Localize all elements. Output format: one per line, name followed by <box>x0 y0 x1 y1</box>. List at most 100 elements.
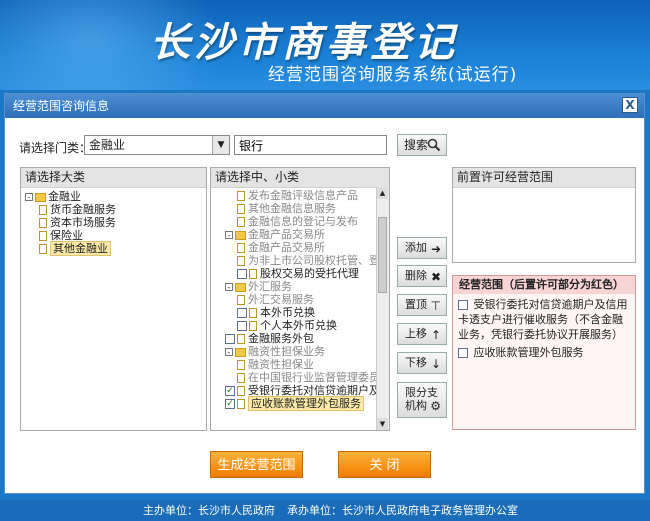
tree-node[interactable]: 其他金融信息服务 <box>237 202 336 215</box>
move-down-button[interactable]: 下移 ↓ <box>397 352 447 374</box>
minor-category-header: 请选择中、小类 <box>211 168 389 188</box>
restrict-branch-label-2: 机构 <box>405 399 427 412</box>
move-top-button-label: 置顶 <box>405 298 427 311</box>
scope-item-checkbox[interactable] <box>458 348 468 358</box>
scope-item[interactable]: 应收账款管理外包服务 <box>453 342 635 360</box>
scope-item-checkbox[interactable] <box>458 300 468 310</box>
document-icon <box>237 204 245 214</box>
arrow-down-icon: ↓ <box>430 357 441 371</box>
tree-node[interactable]: - 金融业 <box>25 190 81 203</box>
dialog-titlebar: 经营范围咨询信息 X <box>5 94 644 118</box>
document-icon <box>237 295 245 305</box>
document-icon <box>237 360 245 370</box>
close-icon[interactable]: X <box>622 97 638 113</box>
scope-item-label: 应收账款管理外包服务 <box>473 346 584 359</box>
tree-node-label: 资本市场服务 <box>50 216 116 229</box>
delete-button[interactable]: 删除 ✖ <box>397 265 447 287</box>
add-button[interactable]: 添加 ➜ <box>397 237 447 259</box>
tree-node-checkbox[interactable] <box>225 334 235 344</box>
major-category-header: 请选择大类 <box>21 168 206 188</box>
scroll-up-icon[interactable]: ▲ <box>377 187 388 199</box>
tree-node[interactable]: 货币金融服务 <box>39 203 116 216</box>
business-scope-panel: 经营范围（后置许可部分为红色） 受银行委托对信贷逾期户及信用卡透支户进行催收服务… <box>452 275 636 430</box>
delete-button-label: 删除 <box>405 269 427 282</box>
tree-node[interactable]: 资本市场服务 <box>39 216 116 229</box>
add-button-label: 添加 <box>405 241 427 254</box>
tree-node[interactable]: 为非上市公司股权托管、登 <box>237 254 380 267</box>
search-button[interactable]: 搜索 <box>397 134 447 156</box>
move-top-button[interactable]: 置顶 ⊤ <box>397 294 447 316</box>
prelicense-panel: 前置许可经营范围 <box>452 167 636 263</box>
scope-dialog: 经营范围咨询信息 X 请选择门类： 金融业 ▼ 搜索 请选择大类 - 金融业货币金… <box>4 93 645 494</box>
footer-organizer: 承办单位：长沙市人民政府电子政务管理办公室 <box>287 504 518 517</box>
dialog-title: 经营范围咨询信息 <box>13 99 110 113</box>
tree-node[interactable]: - 外汇服务 <box>225 280 292 293</box>
document-icon <box>249 269 257 279</box>
document-icon <box>237 217 245 227</box>
tree-node-label: 金融信息的登记与发布 <box>248 215 358 228</box>
minor-category-scrollbar[interactable]: ▲ ▼ <box>376 187 389 430</box>
tree-node-checkbox[interactable] <box>237 269 247 279</box>
tree-node-label: 发布金融评级信息产品 <box>248 189 358 202</box>
tree-node-label: 个人本外币兑换 <box>260 319 337 332</box>
keyword-input[interactable] <box>234 135 387 155</box>
tree-node[interactable]: 融资性担保业 <box>237 358 314 371</box>
tree-node-label: 应收账款管理外包服务 <box>248 396 364 411</box>
category-select[interactable]: 金融业 ▼ <box>84 135 230 155</box>
footer: 主办单位：长沙市人民政府 承办单位：长沙市人民政府电子政务管理办公室 <box>0 500 650 521</box>
arrow-up-icon: ↑ <box>430 328 441 342</box>
scroll-down-icon[interactable]: ▼ <box>377 418 388 430</box>
tree-node[interactable]: 金融服务外包 <box>225 332 314 345</box>
tree-node-label: 金融服务外包 <box>248 332 314 345</box>
tree-node[interactable]: ✓ 应收账款管理外包服务 <box>225 396 364 411</box>
search-button-label: 搜索 <box>404 138 429 152</box>
category-label: 请选择门类： <box>19 141 92 155</box>
document-icon <box>237 334 245 344</box>
restrict-branch-button[interactable]: 限分支 机构 ⚙ <box>397 382 447 418</box>
tree-node[interactable]: 金融产品交易所 <box>237 241 325 254</box>
tree-node[interactable]: 个人本外币兑换 <box>237 319 337 332</box>
document-icon <box>39 244 47 254</box>
tree-node[interactable]: 金融信息的登记与发布 <box>237 215 358 228</box>
gear-icon: ⚙ <box>430 399 441 413</box>
document-icon <box>237 373 245 383</box>
scope-item[interactable]: 受银行委托对信贷逾期户及信用卡透支户进行催收服务（不含金融业务，凭银行委托协议开… <box>453 294 635 342</box>
collapse-icon[interactable]: - <box>25 193 33 202</box>
tree-node-checkbox[interactable]: ✓ <box>225 386 235 396</box>
tree-node-label: 货币金融服务 <box>50 203 116 216</box>
tree-node[interactable]: 发布金融评级信息产品 <box>237 189 358 202</box>
tree-node-checkbox[interactable]: ✓ <box>225 399 235 409</box>
tree-node[interactable]: 其他金融业 <box>39 241 111 256</box>
document-icon <box>39 231 47 241</box>
tree-node-checkbox[interactable] <box>237 308 247 318</box>
prelicense-header: 前置许可经营范围 <box>453 168 635 188</box>
tree-node[interactable]: 本外币兑换 <box>237 306 315 319</box>
move-down-button-label: 下移 <box>405 356 427 369</box>
folder-icon <box>235 230 246 240</box>
chevron-down-icon[interactable]: ▼ <box>212 136 229 154</box>
tree-node-label: 融资性担保业 <box>248 358 314 371</box>
close-button[interactable]: 关 闭 <box>338 451 431 478</box>
to-top-icon: ⊤ <box>430 299 441 313</box>
restrict-branch-label-1: 限分支 <box>405 386 438 399</box>
move-up-button-label: 上移 <box>405 327 427 340</box>
arrow-right-icon: ➜ <box>430 242 441 256</box>
tree-node[interactable]: 在中国银行业监督管理委员 <box>237 371 380 384</box>
generate-scope-button[interactable]: 生成经营范围 <box>210 451 303 478</box>
scroll-thumb[interactable] <box>378 217 387 293</box>
document-icon <box>39 218 47 228</box>
move-up-button[interactable]: 上移 ↑ <box>397 323 447 345</box>
tree-node-label: 金融业 <box>48 190 81 203</box>
tree-node[interactable]: - 融资性担保业务 <box>225 345 325 358</box>
tree-node-checkbox[interactable] <box>237 321 247 331</box>
document-icon <box>237 386 245 396</box>
collapse-icon[interactable]: - <box>225 283 233 292</box>
tree-node[interactable]: - 金融产品交易所 <box>225 228 325 241</box>
search-icon <box>427 138 441 152</box>
document-icon <box>237 256 245 266</box>
tree-node[interactable]: 外汇交易服务 <box>237 293 314 306</box>
collapse-icon[interactable]: - <box>225 231 233 240</box>
major-category-panel: 请选择大类 - 金融业 货币金融服务 资本市场服务 保险业 其他金融业 <box>20 167 207 431</box>
tree-node[interactable]: 股权交易的受托代理 <box>237 267 359 280</box>
collapse-icon[interactable]: - <box>225 348 233 357</box>
